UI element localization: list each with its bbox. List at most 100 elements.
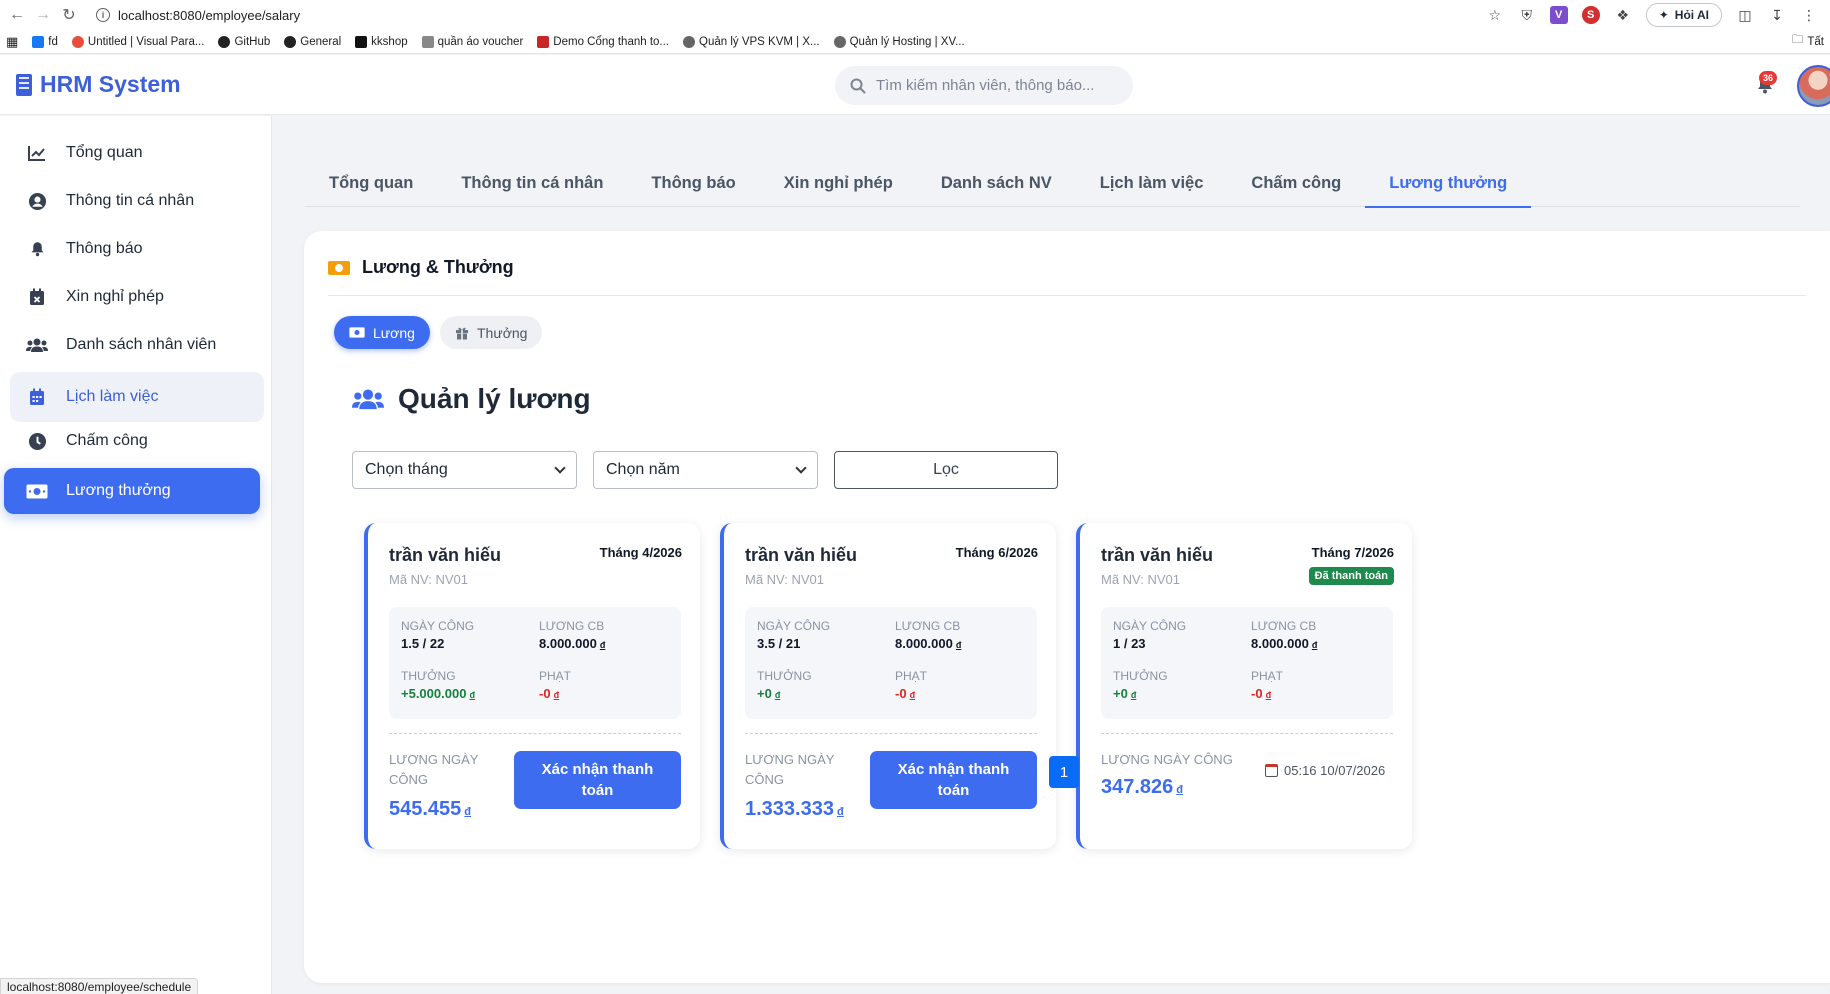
bookmark-hosting[interactable]: Quản lý Hosting | XV... — [833, 35, 965, 48]
status-bar-url: localhost:8080/employee/schedule — [0, 978, 199, 994]
bookmark-vps[interactable]: Quản lý VPS KVM | X... — [683, 35, 820, 48]
penalty-label: Phạt — [539, 669, 572, 683]
sidebar-item-attendance[interactable]: Chấm công — [10, 416, 264, 466]
extension-s-icon[interactable]: S — [1581, 6, 1600, 24]
salary-stats: Ngày công 3.5 / 21 Lương CB 8.000.000 đ T… — [745, 607, 1037, 719]
daily-salary-label: Lương ngày công — [745, 752, 835, 787]
bonus-label: Thưởng — [1113, 669, 1168, 683]
all-bookmarks-folder[interactable]: 🗀 Tất — [1792, 32, 1830, 51]
days-label: Ngày công — [401, 619, 475, 633]
bookmark-general[interactable]: General — [284, 35, 341, 48]
base-salary-label: Lương CB — [895, 619, 961, 633]
back-icon[interactable]: ← — [4, 2, 30, 28]
bonus-label: Thưởng — [401, 669, 456, 683]
sidebar-item-profile[interactable]: Thông tin cá nhân — [10, 176, 264, 226]
daily-salary-amount: 545.455 đ — [389, 798, 472, 820]
penalty-value: -0 đ — [1251, 686, 1272, 701]
reload-icon[interactable]: ↻ — [56, 2, 82, 28]
url-field[interactable]: i localhost:8080/employee/salary — [96, 8, 300, 23]
facebook-icon — [32, 35, 45, 48]
bonus-label: Thưởng — [757, 669, 812, 683]
folder-icon: 🗀 — [1791, 34, 1804, 46]
pagination-page-1[interactable]: 1 — [1049, 756, 1079, 788]
bookmark-fd[interactable]: fd — [32, 35, 58, 48]
avatar[interactable] — [1797, 65, 1830, 107]
bookmark-demo-payment[interactable]: Demo Cổng thanh to... — [537, 35, 669, 48]
base-salary-label: Lương CB — [1251, 619, 1317, 633]
penalty-value: -0 đ — [895, 686, 916, 701]
download-icon[interactable]: ↧ — [1768, 6, 1786, 24]
shield-icon[interactable]: ⛨ — [1518, 6, 1536, 24]
employee-name: trần văn hiếu — [745, 545, 858, 565]
confirm-payment-button[interactable]: Xác nhận thanh toán — [870, 751, 1037, 809]
app-logo[interactable]: HRM System — [16, 71, 181, 98]
site-info-icon[interactable]: i — [96, 8, 110, 22]
panel-title: Lương & Thưởng — [328, 257, 514, 278]
tab-salary[interactable]: Lương thưởng — [1365, 160, 1532, 208]
employee-id: Mã NV: NV01 — [745, 572, 824, 587]
filter-button[interactable]: Lọc — [834, 451, 1058, 489]
days-value: 1 / 23 — [1113, 636, 1146, 651]
tab-notifications[interactable]: Thông báo — [627, 160, 759, 207]
base-salary-value: 8.000.000 đ — [895, 636, 962, 651]
days-label: Ngày công — [757, 619, 831, 633]
month-select[interactable]: Chọn tháng — [352, 451, 577, 489]
users-icon — [26, 334, 48, 356]
bookmark-github[interactable]: GitHub — [218, 35, 270, 48]
forward-icon[interactable]: → — [30, 2, 56, 28]
money-icon — [328, 260, 350, 275]
star-icon[interactable]: ☆ — [1486, 6, 1504, 24]
sidebar-item-salary[interactable]: Lương thưởng — [4, 468, 260, 514]
tab-overview[interactable]: Tổng quan — [305, 160, 437, 207]
year-select[interactable]: Chọn năm — [593, 451, 818, 489]
more-menu-icon[interactable]: ⋮ — [1800, 6, 1818, 24]
voucher-icon — [421, 35, 434, 48]
sidebar-item-notifications[interactable]: Thông báo — [10, 224, 264, 274]
sidebar-item-overview[interactable]: Tổng quan — [10, 128, 264, 178]
sidebar-item-employees[interactable]: Danh sách nhân viên — [10, 320, 264, 370]
tab-employees[interactable]: Danh sách NV — [917, 160, 1076, 207]
salary-stats: Ngày công 1.5 / 22 Lương CB 8.000.000 đ T… — [389, 607, 681, 719]
vp-icon — [537, 35, 550, 48]
divider — [328, 295, 1806, 296]
calendar-icon — [26, 386, 48, 408]
ask-ai-button[interactable]: ✦ Hỏi AI — [1645, 3, 1722, 27]
status-badge: Đã thanh toán — [1308, 567, 1394, 585]
bonus-value: +0 đ — [1113, 686, 1137, 701]
employee-id: Mã NV: NV01 — [1101, 572, 1180, 587]
tab-profile[interactable]: Thông tin cá nhân — [437, 160, 627, 207]
sparkle-icon: ✦ — [1658, 8, 1669, 22]
tab-attendance[interactable]: Chấm công — [1227, 160, 1365, 207]
tab-schedule[interactable]: Lịch làm việc — [1076, 160, 1228, 207]
penalty-value: -0 đ — [539, 686, 560, 701]
search-input[interactable]: Tìm kiếm nhân viên, thông báo... — [835, 66, 1133, 105]
confirm-payment-button[interactable]: Xác nhận thanh toán — [514, 751, 681, 809]
apps-grid-icon[interactable]: ▦ — [6, 34, 18, 50]
search-placeholder: Tìm kiếm nhân viên, thông báo... — [876, 77, 1095, 94]
employee-name: trần văn hiếu — [389, 545, 502, 565]
base-salary-label: Lương CB — [539, 619, 605, 633]
salary-month: Tháng 6/2026 — [955, 545, 1038, 560]
bonus-value: +0 đ — [757, 686, 781, 701]
days-value: 1.5 / 22 — [401, 636, 445, 651]
app-header: HRM System Tìm kiếm nhân viên, thông báo… — [0, 55, 1830, 115]
extension-v-icon[interactable]: V — [1549, 6, 1568, 24]
extensions-puzzle-icon[interactable]: ❖ — [1614, 6, 1632, 24]
subtab-salary[interactable]: Lương — [334, 316, 430, 349]
bookmark-voucher[interactable]: quần áo voucher — [421, 35, 523, 48]
sidebar-item-schedule[interactable]: Lịch làm việc — [10, 372, 264, 422]
sidebar: Tổng quan Thông tin cá nhân Thông báo Xi… — [0, 116, 272, 994]
chart-line-icon — [26, 142, 48, 164]
employee-name: trần văn hiếu — [1101, 545, 1214, 565]
bookmark-visual-paradigm[interactable]: Untitled | Visual Para... — [71, 35, 204, 48]
split-view-icon[interactable]: ◫ — [1736, 6, 1754, 24]
subtab-bonus[interactable]: Thưởng — [440, 316, 543, 349]
bell-icon — [26, 238, 48, 260]
employee-id: Mã NV: NV01 — [389, 572, 468, 587]
sidebar-item-leave[interactable]: Xin nghỉ phép — [10, 272, 264, 322]
salary-card: trần văn hiếu Mã NV: NV01 Tháng 4/2026 N… — [364, 523, 700, 849]
tab-leave[interactable]: Xin nghỉ phép — [760, 160, 917, 207]
search-icon — [850, 78, 866, 94]
person-icon — [683, 35, 696, 48]
bookmark-kkshop[interactable]: kkshop — [355, 35, 408, 48]
